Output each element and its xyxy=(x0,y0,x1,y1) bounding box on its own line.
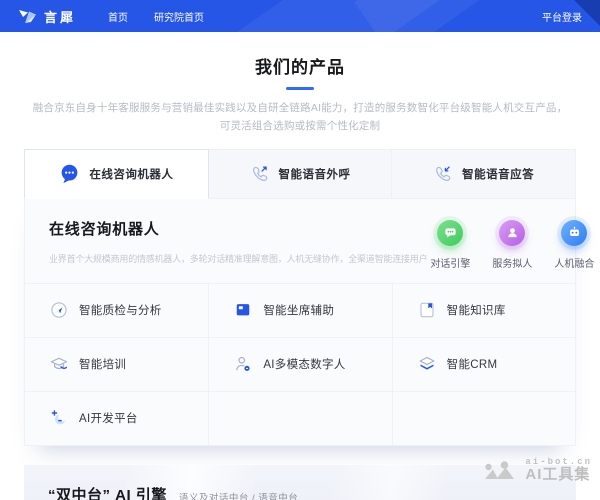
header-pattern xyxy=(224,0,456,32)
feature-label: 智能坐席辅助 xyxy=(263,302,334,318)
feature-label: 智能质检与分析 xyxy=(79,302,162,318)
feature-agent-assist[interactable]: 智能坐席辅助 xyxy=(208,283,391,337)
feature-crm[interactable]: 智能CRM xyxy=(392,337,575,391)
knowledge-base-icon xyxy=(417,300,437,320)
panel-intro: 在线咨询机器人 业界首个大规模商用的情感机器人，多轮对话精准理解意图，人机无缝协… xyxy=(25,199,575,283)
tab-voice-answer[interactable]: 智能语音应答 xyxy=(392,149,576,199)
tab-label: 在线咨询机器人 xyxy=(89,166,173,182)
yanxi-logo-icon xyxy=(18,9,37,24)
panel-heading: 在线咨询机器人 xyxy=(49,218,427,239)
ai-platform-icon xyxy=(49,408,69,428)
watermark-text: ai-bot.cn AI工具集 xyxy=(525,458,592,483)
nav-item-home[interactable]: 首页 xyxy=(108,9,128,24)
feature-label: AI开发平台 xyxy=(79,410,138,426)
tab-label: 智能语音外呼 xyxy=(279,166,351,182)
feature-training[interactable]: 智能培训 xyxy=(25,337,208,391)
chat-bubble-icon xyxy=(59,163,80,184)
dialog-engine-icon xyxy=(437,220,463,246)
product-tabs: 在线咨询机器人 智能语音外呼 智能语音应答 xyxy=(24,149,576,199)
service-persona-icon xyxy=(499,220,525,246)
panel-description: 业界首个大规模商用的情感机器人，多轮对话精准理解意图，人机无缝协作，全渠道智能连… xyxy=(49,252,427,265)
yanxi-logo[interactable]: 言犀 xyxy=(18,7,76,26)
digital-human-icon xyxy=(233,354,253,374)
tab-voice-outbound[interactable]: 智能语音外呼 xyxy=(209,149,393,199)
header-pattern xyxy=(354,0,525,32)
feature-quality-inspection[interactable]: 智能质检与分析 xyxy=(25,283,208,337)
feature-digital-human[interactable]: AI多模态数字人 xyxy=(208,337,391,391)
section-title: 我们的产品 xyxy=(0,53,600,78)
feature-label: 智能培训 xyxy=(79,356,126,372)
phone-answer-icon xyxy=(433,164,453,184)
highlight-service-persona: 服务拟人 xyxy=(489,220,535,270)
highlight-dialog-engine: 对话引擎 xyxy=(427,220,473,270)
feature-ai-platform[interactable]: AI开发平台 xyxy=(25,391,208,445)
highlight-label: 人机融合 xyxy=(554,255,594,270)
feature-cell-empty xyxy=(208,391,391,445)
feature-knowledge-base[interactable]: 智能知识库 xyxy=(392,283,575,337)
ai-bot-logo-icon xyxy=(483,458,519,483)
phone-outbound-icon xyxy=(250,164,270,184)
product-detail-panel: 在线咨询机器人 业界首个大规模商用的情感机器人，多轮对话精准理解意图，人机无缝协… xyxy=(24,199,576,446)
feature-label: 智能CRM xyxy=(447,356,498,372)
feature-label: 智能知识库 xyxy=(447,302,506,318)
logo-text: 言犀 xyxy=(44,7,76,26)
top-navigation-bar: 言犀 首页 研究院首页 平台登录 xyxy=(0,0,600,32)
panel-intro-text: 在线咨询机器人 业界首个大规模商用的情感机器人，多轮对话精准理解意图，人机无缝协… xyxy=(49,218,427,270)
feature-label: AI多模态数字人 xyxy=(263,356,345,372)
highlight-label: 对话引擎 xyxy=(430,255,470,270)
training-icon xyxy=(49,354,69,374)
tab-label: 智能语音应答 xyxy=(462,166,534,182)
tab-online-consult-robot[interactable]: 在线咨询机器人 xyxy=(24,149,209,199)
panel-highlights: 对话引擎 服务拟人 xyxy=(427,220,599,270)
watermark-name: AI工具集 xyxy=(525,467,592,483)
highlight-human-machine: 人机融合 xyxy=(551,220,597,270)
agent-assist-icon xyxy=(233,300,253,320)
platform-login-button[interactable]: 平台登录 xyxy=(542,9,582,24)
top-nav-links: 首页 研究院首页 xyxy=(108,9,204,24)
nav-item-research-home[interactable]: 研究院首页 xyxy=(154,9,204,24)
title-underline xyxy=(286,87,314,90)
crm-icon xyxy=(417,354,437,374)
quality-inspection-icon xyxy=(49,300,69,320)
human-machine-icon xyxy=(561,220,587,246)
ai-bot-watermark: ai-bot.cn AI工具集 xyxy=(483,458,592,483)
engine-subtitle: 语义及对话中台 / 语音中台 xyxy=(179,490,298,500)
highlight-label: 服务拟人 xyxy=(492,255,532,270)
engine-title: “双中台” AI 引擎 xyxy=(48,484,167,500)
feature-cell-empty xyxy=(392,391,575,445)
section-subtitle: 融合京东自身十年客服服务与营销最佳实践以及自研全链路AI能力，打造的服务数智化平… xyxy=(28,99,573,136)
feature-grid: 智能质检与分析 智能坐席辅助 智能知识库 xyxy=(25,283,575,445)
